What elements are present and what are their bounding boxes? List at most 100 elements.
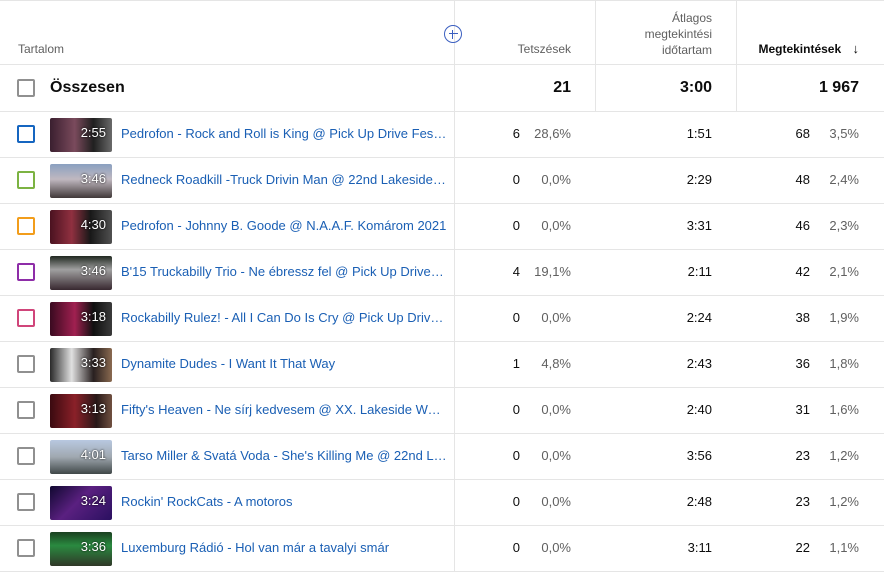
video-duration: 3:36 xyxy=(80,539,106,554)
video-title-link[interactable]: Luxemburg Rádió - Hol van már a tavalyi … xyxy=(121,540,447,555)
column-divider xyxy=(454,204,455,249)
header-content: Tartalom xyxy=(18,42,65,56)
table-row: 4:01 Tarso Miller & Svatá Voda - She's K… xyxy=(0,434,884,480)
video-duration: 3:18 xyxy=(80,309,106,324)
row-avg-duration: 2:11 xyxy=(687,264,712,279)
row-avg-duration: 2:24 xyxy=(686,310,712,325)
column-divider xyxy=(736,65,737,111)
table-row: 3:18 Rockabilly Rulez! - All I Can Do Is… xyxy=(0,296,884,342)
video-thumbnail[interactable]: 3:36 xyxy=(50,532,112,566)
header-avg-line2: megtekintési xyxy=(644,27,712,41)
header-views[interactable]: Megtekintések ↓ xyxy=(758,41,859,57)
row-avg-duration: 2:48 xyxy=(686,494,712,509)
video-title-link[interactable]: Pedrofon - Johnny B. Goode @ N.A.A.F. Ko… xyxy=(121,218,447,233)
column-divider xyxy=(595,1,596,64)
column-divider xyxy=(454,158,455,203)
row-views: 46 xyxy=(795,218,810,233)
table-row: 3:24 Rockin' RockCats - A motoros 0 0,0%… xyxy=(0,480,884,526)
row-likes-pct: 0,0% xyxy=(541,310,571,325)
row-checkbox[interactable] xyxy=(17,539,35,557)
sort-down-icon: ↓ xyxy=(852,41,860,56)
video-title-link[interactable]: Redneck Roadkill -Truck Drivin Man @ 22n… xyxy=(121,172,447,187)
row-likes: 0 xyxy=(512,172,520,187)
row-likes-pct: 0,0% xyxy=(541,172,571,187)
video-title-link[interactable]: Dynamite Dudes - I Want It That Way xyxy=(121,356,447,371)
add-metric-button[interactable] xyxy=(444,25,462,43)
row-views-pct: 2,3% xyxy=(829,218,859,233)
table-row: 2:55 Pedrofon - Rock and Roll is King @ … xyxy=(0,112,884,158)
row-checkbox[interactable] xyxy=(17,447,35,465)
row-likes-pct: 0,0% xyxy=(541,402,571,417)
row-avg-duration: 2:29 xyxy=(686,172,712,187)
video-thumbnail[interactable]: 4:01 xyxy=(50,440,112,474)
total-label: Összesen xyxy=(50,79,125,96)
row-views-pct: 3,5% xyxy=(829,126,859,141)
video-title-link[interactable]: Tarso Miller & Svatá Voda - She's Killin… xyxy=(121,448,447,463)
row-avg-duration: 2:40 xyxy=(686,402,712,417)
video-title-link[interactable]: Fifty's Heaven - Ne sírj kedvesem @ XX. … xyxy=(121,402,447,417)
row-checkbox[interactable] xyxy=(17,217,35,235)
row-likes-pct: 4,8% xyxy=(541,356,571,371)
row-views: 36 xyxy=(795,356,810,371)
row-likes: 6 xyxy=(512,126,520,141)
table-row: 4:30 Pedrofon - Johnny B. Goode @ N.A.A.… xyxy=(0,204,884,250)
row-views: 22 xyxy=(795,540,810,555)
row-views: 23 xyxy=(795,494,810,509)
header-avg-duration[interactable]: Átlagos megtekintési időtartam xyxy=(645,10,712,58)
row-likes-pct: 0,0% xyxy=(541,218,571,233)
video-title-link[interactable]: Pedrofon - Rock and Roll is King @ Pick … xyxy=(121,126,447,141)
row-checkbox[interactable] xyxy=(17,355,35,373)
video-thumbnail[interactable]: 3:46 xyxy=(50,164,112,198)
video-thumbnail[interactable]: 3:33 xyxy=(50,348,112,382)
video-thumbnail[interactable]: 3:18 xyxy=(50,302,112,336)
row-likes: 0 xyxy=(512,218,520,233)
video-duration: 2:55 xyxy=(80,125,106,140)
row-checkbox[interactable] xyxy=(17,263,35,281)
column-divider xyxy=(736,1,737,64)
row-avg-duration: 3:11 xyxy=(687,540,712,555)
row-likes: 0 xyxy=(512,448,520,463)
video-title-link[interactable]: Rockin' RockCats - A motoros xyxy=(121,494,447,509)
video-duration: 3:46 xyxy=(80,263,106,278)
video-thumbnail[interactable]: 4:30 xyxy=(50,210,112,244)
row-views-pct: 1,2% xyxy=(829,494,859,509)
row-checkbox[interactable] xyxy=(17,125,35,143)
column-divider xyxy=(454,388,455,433)
row-checkbox[interactable] xyxy=(17,401,35,419)
row-checkbox[interactable] xyxy=(17,493,35,511)
row-views-pct: 1,8% xyxy=(829,356,859,371)
column-divider xyxy=(454,65,455,111)
video-title-link[interactable]: Rockabilly Rulez! - All I Can Do Is Cry … xyxy=(121,310,447,325)
video-thumbnail[interactable]: 3:46 xyxy=(50,256,112,290)
video-thumbnail[interactable]: 3:24 xyxy=(50,486,112,520)
row-checkbox[interactable] xyxy=(17,309,35,327)
column-divider xyxy=(454,250,455,295)
video-title-link[interactable]: B'15 Truckabilly Trio - Ne ébressz fel @… xyxy=(121,264,447,279)
total-views: 1 967 xyxy=(818,79,859,96)
row-avg-duration: 2:43 xyxy=(686,356,712,371)
row-likes-pct: 0,0% xyxy=(541,540,571,555)
row-views-pct: 1,6% xyxy=(829,402,859,417)
row-views-pct: 1,2% xyxy=(829,448,859,463)
table-row: 3:33 Dynamite Dudes - I Want It That Way… xyxy=(0,342,884,388)
total-avg-duration: 3:00 xyxy=(679,79,712,96)
row-avg-duration: 3:31 xyxy=(686,218,712,233)
row-likes-pct: 28,6% xyxy=(534,126,571,141)
row-views-pct: 1,9% xyxy=(829,310,859,325)
video-thumbnail[interactable]: 2:55 xyxy=(50,118,112,152)
header-likes[interactable]: Tetszések xyxy=(518,41,571,57)
video-duration: 3:24 xyxy=(80,493,106,508)
row-avg-duration: 3:56 xyxy=(686,448,712,463)
video-thumbnail[interactable]: 3:13 xyxy=(50,394,112,428)
header-avg-line1: Átlagos xyxy=(671,11,712,25)
row-likes: 0 xyxy=(512,540,520,555)
row-views-pct: 1,1% xyxy=(829,540,859,555)
total-checkbox[interactable] xyxy=(17,79,35,97)
video-duration: 3:46 xyxy=(80,171,106,186)
row-checkbox[interactable] xyxy=(17,171,35,189)
row-likes: 0 xyxy=(512,310,520,325)
table-row: 3:46 Redneck Roadkill -Truck Drivin Man … xyxy=(0,158,884,204)
header-views-label: Megtekintések xyxy=(758,42,842,56)
row-likes: 0 xyxy=(512,402,520,417)
column-divider xyxy=(454,526,455,571)
